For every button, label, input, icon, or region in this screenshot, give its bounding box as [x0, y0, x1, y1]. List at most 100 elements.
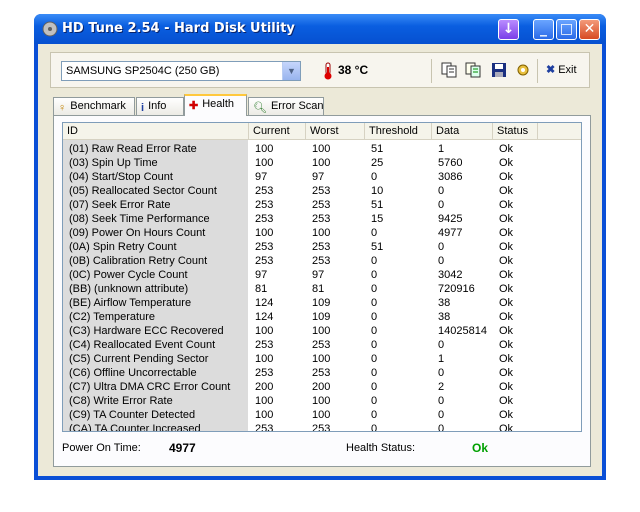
table-row[interactable]: (09) Power On Hours Count 100 100 0 4977 Ok [63, 226, 581, 240]
status-bar: Power On Time: 4977 Health Status: Ok [62, 438, 582, 460]
cell-worst: 253 [312, 423, 331, 432]
cell-id: (01) Raw Read Error Rate [69, 143, 197, 155]
table-row[interactable]: (0B) Calibration Retry Count 253 253 0 0 Ok [63, 254, 581, 268]
minimize-button[interactable]: _ [533, 19, 554, 40]
table-row[interactable]: (C2) Temperature 124 109 0 38 Ok [63, 310, 581, 324]
cell-threshold: 0 [371, 255, 378, 267]
table-row[interactable]: (C4) Reallocated Event Count 253 253 0 0 Ok [63, 338, 581, 352]
tab-error-scan[interactable]: 🔍︎ Error Scan [248, 97, 324, 115]
cell-data: 0 [438, 339, 445, 351]
cell-current: 253 [255, 213, 274, 225]
table-row[interactable]: (08) Seek Time Performance 253 253 15 9425 Ok [63, 212, 581, 226]
tab-health[interactable]: ✚ Health [184, 94, 247, 116]
cell-current: 97 [255, 171, 268, 183]
table-row[interactable]: (01) Raw Read Error Rate 100 100 51 1 Ok [63, 142, 581, 156]
cell-data: 14025814 [438, 325, 487, 337]
table-row[interactable]: (BB) (unknown attribute) 81 81 0 720916 Ok [63, 282, 581, 296]
maximize-button[interactable]: □ [556, 19, 577, 40]
cell-worst: 100 [312, 157, 331, 169]
column-header-threshold[interactable]: Threshold [365, 123, 432, 139]
app-window: HD Tune 2.54 - Hard Disk Utility ↓ _ □ ✕… [34, 14, 606, 480]
cell-id: (C6) Offline Uncorrectable [69, 367, 197, 379]
cell-threshold: 0 [371, 171, 378, 183]
column-header-worst[interactable]: Worst [306, 123, 365, 139]
save-icon[interactable] [491, 62, 507, 78]
cell-current: 100 [255, 409, 274, 421]
chevron-down-icon[interactable]: ▼ [282, 62, 300, 80]
title-bar[interactable]: HD Tune 2.54 - Hard Disk Utility ↓ _ □ ✕ [34, 14, 606, 44]
app-icon [42, 21, 58, 37]
copy-all-icon[interactable] [465, 62, 481, 78]
cell-current: 253 [255, 367, 274, 379]
cell-status: Ok [499, 409, 514, 421]
cell-id: (03) Spin Up Time [69, 157, 158, 169]
cell-data: 0 [438, 409, 445, 421]
table-row[interactable]: (0C) Power Cycle Count 97 97 0 3042 Ok [63, 268, 581, 282]
cell-data: 0 [438, 199, 445, 211]
cell-worst: 253 [312, 241, 331, 253]
tab-error-scan-label: Error Scan [270, 100, 324, 112]
cell-threshold: 0 [371, 353, 378, 365]
table-row[interactable]: (C8) Write Error Rate 100 100 0 0 Ok [63, 394, 581, 408]
table-row[interactable]: (CA) TA Counter Increased 253 253 0 0 Ok [63, 422, 581, 432]
cell-current: 97 [255, 269, 268, 281]
cell-id: (C4) Reallocated Event Count [69, 339, 216, 351]
cell-threshold: 0 [371, 367, 378, 379]
cell-status: Ok [499, 395, 514, 407]
tab-benchmark[interactable]: ♀ Benchmark [53, 97, 135, 115]
copy-icon[interactable] [441, 62, 457, 78]
smart-table[interactable]: ID Current Worst Threshold Data Status (… [62, 122, 582, 432]
table-row[interactable]: (C9) TA Counter Detected 100 100 0 0 Ok [63, 408, 581, 422]
cell-current: 253 [255, 199, 274, 211]
table-row[interactable]: (C5) Current Pending Sector 100 100 0 1 Ok [63, 352, 581, 366]
cell-id: (0C) Power Cycle Count [69, 269, 188, 281]
column-header-id[interactable]: ID [63, 123, 249, 139]
cell-id: (08) Seek Time Performance [69, 213, 210, 225]
cell-data: 720916 [438, 283, 475, 295]
window-title: HD Tune 2.54 - Hard Disk Utility [62, 21, 295, 36]
cell-threshold: 0 [371, 297, 378, 309]
cell-threshold: 51 [371, 241, 384, 253]
table-row[interactable]: (05) Reallocated Sector Count 253 253 10 0 Ok [63, 184, 581, 198]
cell-current: 124 [255, 297, 274, 309]
table-row[interactable]: (C3) Hardware ECC Recovered 100 100 0 140258… [63, 324, 581, 338]
table-row[interactable]: (04) Start/Stop Count 97 97 0 3086 Ok [63, 170, 581, 184]
table-row[interactable]: (C6) Offline Uncorrectable 253 253 0 0 Ok [63, 366, 581, 380]
table-row[interactable]: (0A) Spin Retry Count 253 253 51 0 Ok [63, 240, 581, 254]
cell-worst: 100 [312, 143, 331, 155]
health-status-label: Health Status: [346, 442, 416, 454]
cell-current: 253 [255, 255, 274, 267]
download-button[interactable]: ↓ [498, 19, 519, 40]
table-row[interactable]: (BE) Airflow Temperature 124 109 0 38 Ok [63, 296, 581, 310]
cell-threshold: 51 [371, 199, 384, 211]
column-header-data[interactable]: Data [432, 123, 493, 139]
cell-worst: 100 [312, 353, 331, 365]
cell-threshold: 15 [371, 213, 384, 225]
tab-health-label: Health [202, 98, 235, 110]
cell-data: 9425 [438, 213, 463, 225]
health-cross-icon: ✚ [189, 100, 199, 112]
cell-data: 0 [438, 395, 445, 407]
tab-info[interactable]: i Info [136, 97, 184, 115]
cell-data: 3086 [438, 171, 463, 183]
toolbar: SAMSUNG SP2504C (250 GB) ▼ 38 °C ✖ Exit [50, 52, 590, 88]
table-row[interactable]: (03) Spin Up Time 100 100 25 5760 Ok [63, 156, 581, 170]
cell-current: 200 [255, 381, 274, 393]
exit-button[interactable]: ✖ Exit [546, 63, 577, 76]
cell-status: Ok [499, 381, 514, 393]
column-header-status[interactable]: Status [493, 123, 538, 139]
options-icon[interactable] [515, 62, 531, 78]
cell-data: 3042 [438, 269, 463, 281]
cell-threshold: 0 [371, 283, 378, 295]
cell-worst: 100 [312, 227, 331, 239]
drive-select[interactable]: SAMSUNG SP2504C (250 GB) ▼ [61, 61, 301, 81]
column-header-current[interactable]: Current [249, 123, 306, 139]
table-row[interactable]: (C7) Ultra DMA CRC Error Count 200 200 0 2 Ok [63, 380, 581, 394]
cell-worst: 253 [312, 367, 331, 379]
cell-current: 81 [255, 283, 268, 295]
close-button[interactable]: ✕ [579, 19, 600, 40]
cell-status: Ok [499, 255, 514, 267]
cell-status: Ok [499, 199, 514, 211]
cell-id: (C9) TA Counter Detected [69, 409, 196, 421]
table-row[interactable]: (07) Seek Error Rate 253 253 51 0 Ok [63, 198, 581, 212]
